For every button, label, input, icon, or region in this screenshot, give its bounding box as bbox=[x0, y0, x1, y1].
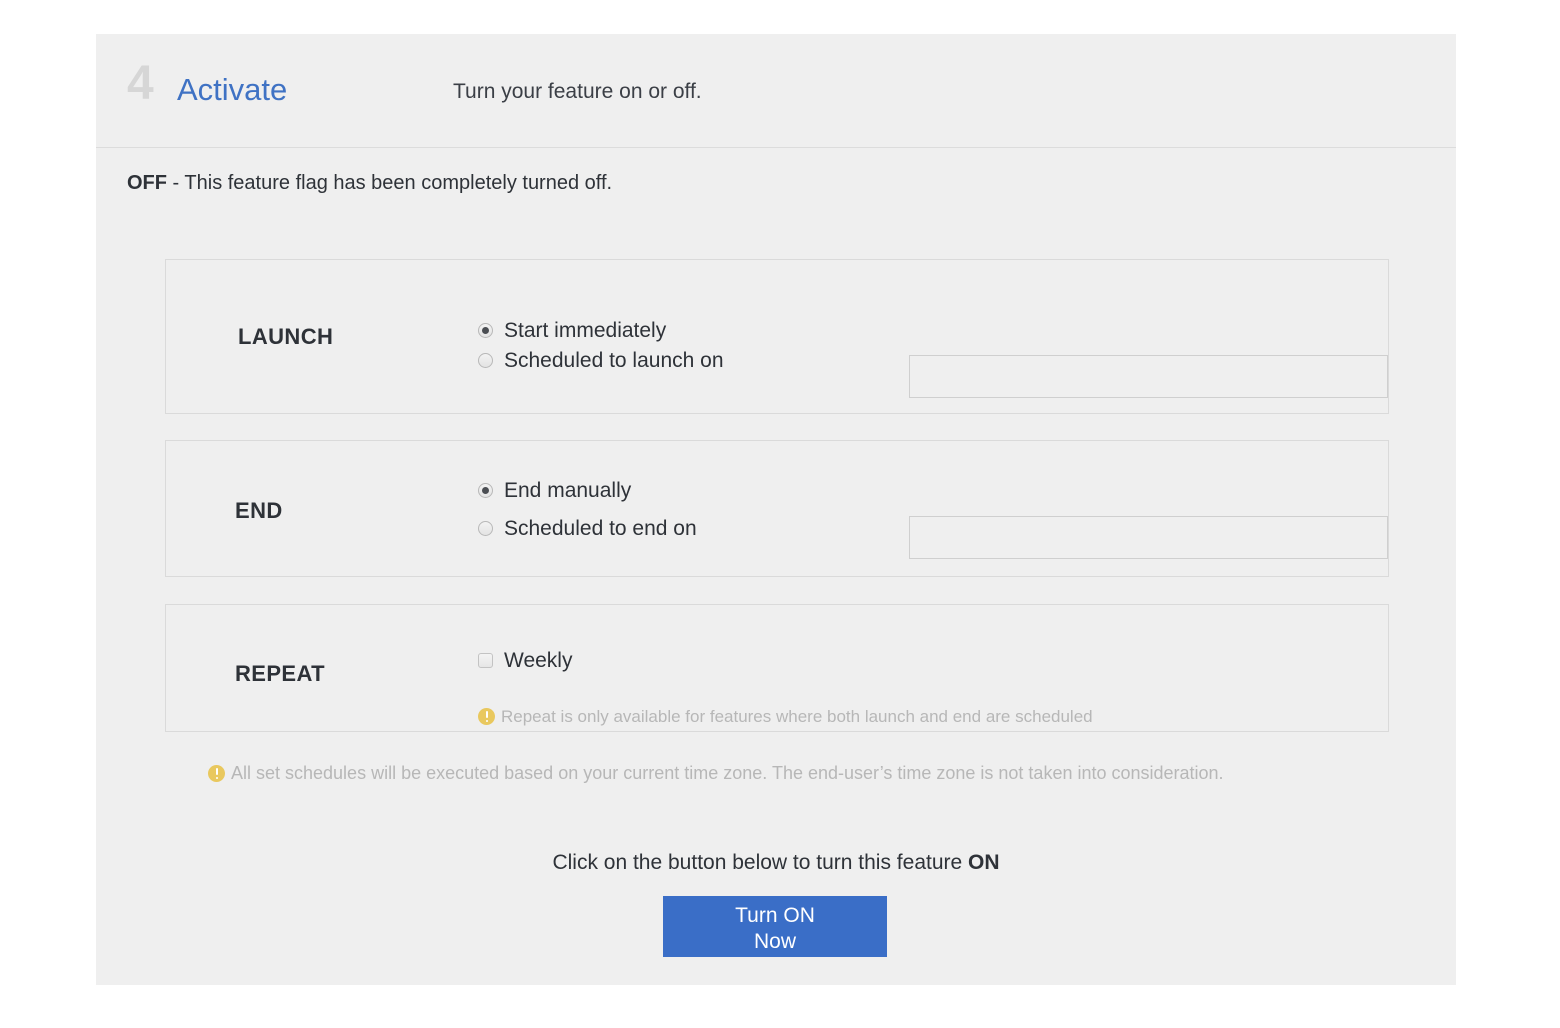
turn-on-button-line2: Now bbox=[753, 929, 796, 953]
launch-section: LAUNCH Start immediately Scheduled to la… bbox=[165, 259, 1389, 414]
end-label: END bbox=[235, 498, 283, 523]
radio-scheduled-end[interactable] bbox=[478, 520, 493, 536]
turn-on-button-line1: Turn ON bbox=[735, 903, 815, 927]
status-badge: OFF bbox=[127, 172, 167, 194]
status-line: OFF - This feature flag has been complet… bbox=[127, 173, 612, 193]
end-date-input[interactable] bbox=[909, 516, 1388, 559]
launch-label: LAUNCH bbox=[238, 324, 334, 349]
cta-prompt-emphasis: ON bbox=[968, 851, 1000, 874]
radio-end-manually[interactable] bbox=[478, 482, 493, 498]
launch-date-input[interactable] bbox=[909, 355, 1388, 398]
turn-on-now-button[interactable]: Turn ON Now bbox=[663, 896, 887, 957]
page-title: Activate bbox=[177, 72, 288, 107]
end-option-label: Scheduled to end on bbox=[504, 516, 697, 540]
status-message: - This feature flag has been completely … bbox=[167, 172, 613, 194]
repeat-hint: Repeat is only available for features wh… bbox=[478, 708, 1093, 725]
timezone-note: All set schedules will be executed based… bbox=[208, 764, 1224, 782]
activate-panel: 4 Activate Turn your feature on or off. … bbox=[96, 34, 1456, 985]
cta-prompt-prefix: Click on the button below to turn this f… bbox=[552, 851, 969, 874]
cta-prompt: Click on the button below to turn this f… bbox=[96, 852, 1456, 873]
warning-icon bbox=[478, 708, 495, 725]
timezone-note-text: All set schedules will be executed based… bbox=[231, 763, 1224, 783]
launch-option-start-immediately[interactable]: Start immediately bbox=[478, 315, 666, 345]
repeat-option-label: Weekly bbox=[504, 648, 573, 672]
repeat-option-weekly[interactable]: Weekly bbox=[478, 645, 572, 675]
end-section: END End manually Scheduled to end on bbox=[165, 440, 1389, 577]
end-option-scheduled[interactable]: Scheduled to end on bbox=[478, 513, 697, 543]
repeat-hint-text: Repeat is only available for features wh… bbox=[501, 707, 1093, 726]
launch-option-scheduled[interactable]: Scheduled to launch on bbox=[478, 345, 724, 375]
warning-icon bbox=[208, 764, 225, 782]
radio-start-immediately[interactable] bbox=[478, 322, 493, 338]
panel-header: 4 Activate Turn your feature on or off. bbox=[96, 34, 1456, 148]
launch-option-label: Start immediately bbox=[504, 318, 667, 342]
step-number: 4 bbox=[127, 57, 154, 110]
radio-scheduled-launch[interactable] bbox=[478, 352, 493, 368]
repeat-label: REPEAT bbox=[235, 661, 326, 686]
checkbox-weekly[interactable] bbox=[478, 652, 493, 668]
end-option-label: End manually bbox=[504, 478, 632, 502]
page-subtitle: Turn your feature on or off. bbox=[453, 80, 702, 103]
repeat-section: REPEAT Weekly Repeat is only available f… bbox=[165, 604, 1389, 732]
end-option-end-manually[interactable]: End manually bbox=[478, 475, 631, 505]
launch-option-label: Scheduled to launch on bbox=[504, 348, 724, 372]
